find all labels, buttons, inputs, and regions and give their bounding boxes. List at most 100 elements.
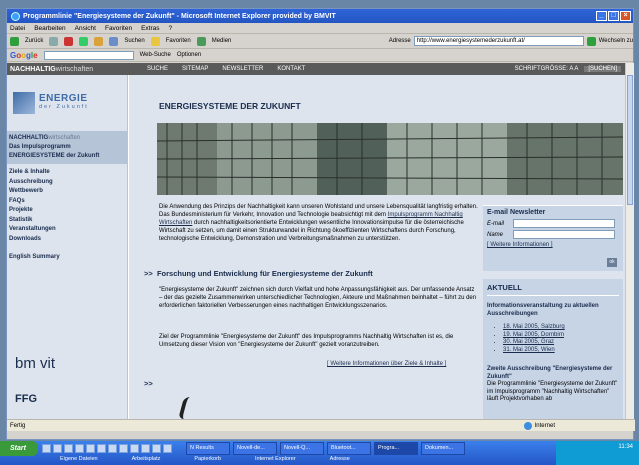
address-input[interactable]: http://www.energiesystemederzukunft.at/	[413, 36, 584, 46]
start-button[interactable]: Start	[0, 441, 38, 456]
search-icon[interactable]	[109, 36, 119, 46]
quicklaunch-icon[interactable]	[97, 444, 106, 453]
nav-newsletter[interactable]: NEWSLETTER	[222, 66, 263, 72]
taskbar-item[interactable]: Papierkorb	[194, 456, 221, 462]
sidebar-brand[interactable]: NACHHALTIGwirtschaften	[9, 134, 125, 143]
go-button[interactable]: Wechseln zu	[599, 38, 633, 44]
quick-launch	[42, 444, 172, 453]
energie-logo-mark	[13, 92, 35, 114]
quicklaunch-icon[interactable]	[141, 444, 150, 453]
media-icon[interactable]	[196, 36, 206, 46]
maximize-button[interactable]: □	[608, 11, 619, 21]
quicklaunch-icon[interactable]	[75, 444, 84, 453]
taskbar-item[interactable]: Eigene Dateien	[60, 456, 98, 462]
stop-icon[interactable]	[64, 36, 74, 46]
menu-help[interactable]: ?	[169, 25, 173, 32]
sidebar-item-wettbewerb[interactable]: Wettbewerb	[9, 187, 125, 197]
quicklaunch-icon[interactable]	[119, 444, 128, 453]
quicklaunch-icon[interactable]	[108, 444, 117, 453]
media-button[interactable]: Medien	[212, 38, 232, 44]
sidebar-item-energiesysteme[interactable]: ENERGIESYSTEME der Zukunft	[9, 152, 125, 161]
event-link[interactable]: 19. Mai 2005, Dornbirn	[503, 332, 619, 340]
newsletter-more-link[interactable]: [ Weitere Informationen ]	[487, 242, 619, 248]
sidebar-top-nav: NACHHALTIGwirtschaften Das Impulsprogram…	[7, 131, 127, 164]
status-bar: Fertig Internet	[7, 419, 635, 431]
menu-bar: Datei Bearbeiten Ansicht Favoriten Extra…	[7, 23, 633, 34]
right-column: E-mail Newsletter E-mail Name [ Weitere …	[483, 205, 623, 419]
sidebar-item-statistik[interactable]: Statistik	[9, 216, 125, 226]
sidebar-item-impulsprogramm[interactable]: Das Impulsprogramm	[9, 143, 125, 152]
quicklaunch-icon[interactable]	[130, 444, 139, 453]
taskbar-item[interactable]: Internet Explorer	[255, 456, 296, 462]
newsletter-title: E-mail Newsletter	[487, 209, 546, 216]
event-link[interactable]: 31. Mai 2005, Wien	[503, 347, 619, 355]
quicklaunch-icon[interactable]	[86, 444, 95, 453]
google-options-button[interactable]: Optionen	[177, 52, 201, 58]
task-button[interactable]: Novell-Q...	[280, 442, 324, 455]
site-search-button[interactable]: [SUCHEN]	[584, 66, 621, 72]
task-button[interactable]: N Results	[186, 442, 230, 455]
page-title: ENERGIESYSTEME DER ZUKUNFT	[159, 101, 301, 111]
search-button[interactable]: Suchen	[124, 38, 144, 44]
aktuell-subtitle-2[interactable]: Zweite Ausschreibung "Energiesysteme der…	[487, 366, 619, 381]
menu-favoriten[interactable]: Favoriten	[105, 25, 132, 32]
task-button[interactable]: Bluetoot...	[327, 442, 371, 455]
scrollbar-thumb[interactable]	[627, 75, 633, 205]
task-button[interactable]: Novell-de...	[233, 442, 277, 455]
quicklaunch-icon[interactable]	[53, 444, 62, 453]
favorites-icon[interactable]	[150, 36, 160, 46]
font-size-control[interactable]: SCHRIFTGRÖSSE: A A	[515, 66, 579, 72]
email-field[interactable]	[513, 219, 615, 228]
site-nav: SUCHE SITEMAP NEWSLETTER KONTAKT	[147, 66, 305, 72]
sidebar-nav: Ziele & Inhalte Ausschreibung Wettbewerb…	[7, 164, 127, 267]
sidebar-item-ziele[interactable]: Ziele & Inhalte	[9, 168, 125, 178]
nav-suche[interactable]: SUCHE	[147, 66, 168, 72]
go-arrow-icon[interactable]	[586, 36, 596, 46]
more-info-link[interactable]: [ Weitere Informationen über Ziele & Inh…	[327, 361, 446, 367]
nav-sitemap[interactable]: SITEMAP	[182, 66, 208, 72]
energie-logo-text: ENERGIE der Zukunft	[39, 93, 89, 111]
nav-kontakt[interactable]: KONTAKT	[277, 66, 305, 72]
minimize-button[interactable]: _	[596, 11, 607, 21]
ffg-logo[interactable]: FFG	[15, 393, 37, 405]
menu-ansicht[interactable]: Ansicht	[75, 25, 96, 32]
sidebar-item-downloads[interactable]: Downloads	[9, 235, 125, 245]
menu-extras[interactable]: Extras	[141, 25, 159, 32]
menu-bearbeiten[interactable]: Bearbeiten	[34, 25, 65, 32]
system-tray: 11:34	[556, 441, 639, 465]
google-websearch-button[interactable]: Web-Suche	[140, 52, 171, 58]
back-button[interactable]: Zurück	[25, 38, 43, 44]
energie-logo[interactable]: ENERGIE der Zukunft	[7, 75, 127, 131]
back-arrow-icon[interactable]	[10, 36, 19, 46]
home-icon[interactable]	[94, 36, 104, 46]
refresh-icon[interactable]	[79, 36, 89, 46]
taskbar-item[interactable]: Adresse	[330, 456, 350, 462]
aktuell-box: AKTUELL Informationsveranstaltung zu akt…	[483, 279, 623, 419]
google-search-input[interactable]	[43, 50, 134, 60]
event-link[interactable]: 18. Mai 2005, Salzburg	[503, 324, 619, 332]
quicklaunch-icon[interactable]	[152, 444, 161, 453]
event-link[interactable]: 30. Mai 2005, Graz	[503, 339, 619, 347]
quicklaunch-icon[interactable]	[64, 444, 73, 453]
newsletter-ok-button[interactable]: ok	[607, 258, 617, 267]
quicklaunch-icon[interactable]	[42, 444, 51, 453]
clock: 11:34	[618, 444, 633, 450]
section-paragraph-1: "Energiesysteme der Zukunft" zeichnen si…	[159, 287, 477, 309]
name-field[interactable]	[513, 230, 615, 239]
task-button[interactable]: Dokumen...	[421, 442, 465, 455]
sidebar-item-veranstaltungen[interactable]: Veranstaltungen	[9, 225, 125, 235]
sidebar-item-english[interactable]: English Summary	[9, 253, 125, 263]
sidebar-item-ausschreibung[interactable]: Ausschreibung	[9, 178, 125, 188]
task-button-active[interactable]: Progra...	[374, 442, 418, 455]
site-brand[interactable]: NACHHALTIGwirtschaften	[7, 66, 147, 73]
forward-arrow-icon[interactable]	[49, 36, 59, 46]
sidebar-item-faqs[interactable]: FAQs	[9, 197, 125, 207]
taskbar-item[interactable]: Arbeitsplatz	[132, 456, 161, 462]
close-button[interactable]: ×	[620, 11, 631, 21]
menu-datei[interactable]: Datei	[10, 25, 25, 32]
sidebar-item-projekte[interactable]: Projekte	[9, 206, 125, 216]
quicklaunch-icon[interactable]	[163, 444, 172, 453]
favorites-button[interactable]: Favoriten	[166, 38, 191, 44]
bmvit-logo[interactable]: bm vit	[15, 355, 55, 372]
vertical-scrollbar[interactable]	[625, 63, 634, 419]
